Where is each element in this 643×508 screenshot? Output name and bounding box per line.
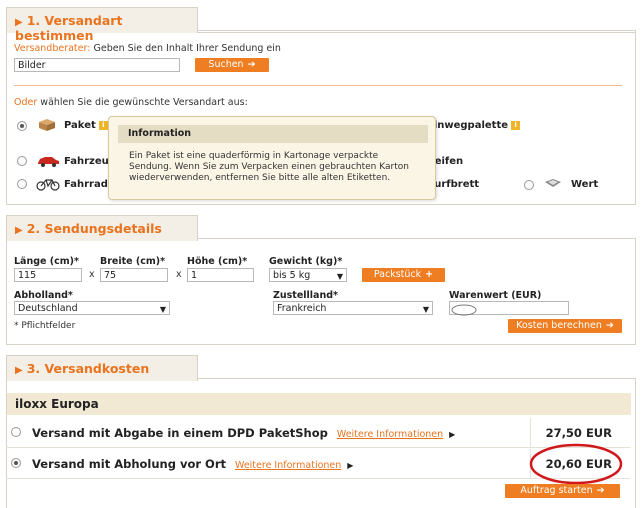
more-info-link[interactable]: Weitere Informationen <box>337 429 443 440</box>
caret-down-icon: ▼ <box>422 305 429 314</box>
or-label: Oder <box>14 97 38 108</box>
section-2-title: 2. Sendungsdetails <box>26 221 162 236</box>
option-wert[interactable]: Wert <box>571 179 598 190</box>
radio-pickup[interactable] <box>11 458 21 468</box>
info-popup: Information Ein Paket ist eine quaderför… <box>108 116 436 200</box>
required-note: * Pflichtfelder <box>14 321 76 331</box>
caret-down-icon: ▼ <box>159 305 166 314</box>
destination-label: Zustellland* <box>273 290 339 301</box>
more-info-link[interactable]: Weitere Informationen <box>235 460 341 471</box>
goods-value-label: Warenwert (EUR) <box>449 290 542 301</box>
origin-select[interactable]: Deutschland ▼ <box>14 301 170 315</box>
search-input[interactable]: Bilder <box>14 58 180 72</box>
arrow-right-icon: ➔ <box>247 59 256 70</box>
advisor-line: Versandberater: Geben Sie den Inhalt Ihr… <box>14 43 281 54</box>
length-label: Länge (cm)* <box>14 256 79 267</box>
advisor-label: Versandberater: <box>14 43 91 54</box>
arrow-right-icon: ▶ <box>15 365 23 376</box>
length-input[interactable]: 115 <box>14 268 82 282</box>
arrow-right-icon: ▶ <box>15 225 23 236</box>
section-1-tab: ▶ 1. Versandart bestimmen <box>6 7 198 43</box>
width-label: Breite (cm)* <box>100 256 166 267</box>
height-input[interactable]: 1 <box>187 268 254 282</box>
advisor-text: Geben Sie den Inhalt Ihrer Sendung ein <box>93 43 281 54</box>
arrow-right-icon: ▶ <box>15 17 23 28</box>
add-package-button-label: Packstück <box>373 269 422 280</box>
origin-select-value: Deutschland <box>18 303 78 314</box>
or-line: Oder wählen Sie die gewünschte Versandar… <box>14 97 248 108</box>
info-popup-title: Information <box>118 125 428 143</box>
start-order-button[interactable]: Auftrag starten ➔ <box>505 484 620 498</box>
option-paket[interactable]: Paket i <box>64 120 108 131</box>
valuables-icon <box>545 179 561 187</box>
or-text: wählen Sie die gewünschte Versandart aus… <box>40 97 248 108</box>
arrow-right-icon: ➔ <box>596 485 605 496</box>
times-sign: x <box>89 269 95 280</box>
option-einwegpalette-label: Einwegpalette <box>427 120 509 131</box>
search-button[interactable]: Suchen ➔ <box>195 58 269 72</box>
height-label: Höhe (cm)* <box>187 256 248 267</box>
info-icon[interactable]: i <box>511 121 521 130</box>
weight-select-value: bis 5 kg <box>273 270 311 281</box>
section-3-title: 3. Versandkosten <box>26 361 150 376</box>
bicycle-icon <box>36 179 60 191</box>
radio-paket[interactable] <box>17 121 27 131</box>
info-icon[interactable]: i <box>98 121 108 130</box>
provider-header: iloxx Europa <box>7 393 631 415</box>
radio-fahrzeug[interactable] <box>17 156 27 166</box>
package-icon <box>39 119 55 131</box>
arrow-right-icon: ➔ <box>605 320 614 331</box>
shipping-option-label: Versand mit Abholung vor Ort Weitere Info… <box>32 457 353 471</box>
provider-name: iloxx Europa <box>15 397 99 411</box>
times-sign: x <box>176 269 182 280</box>
plus-icon: + <box>425 269 434 280</box>
width-input[interactable]: 75 <box>100 268 168 282</box>
calculate-cost-button-label: Kosten berechnen <box>516 320 602 331</box>
destination-select[interactable]: Frankreich ▼ <box>273 301 433 315</box>
weight-label: Gewicht (kg)* <box>269 256 343 267</box>
shipping-option-text: Versand mit Abholung vor Ort <box>32 457 226 471</box>
shipping-option-text: Versand mit Abgabe in einem DPD PaketSho… <box>32 426 328 440</box>
section-3-tab: ▶ 3. Versandkosten <box>6 355 198 381</box>
destination-select-value: Frankreich <box>277 303 327 314</box>
option-einwegpalette[interactable]: Einwegpalette i <box>427 120 521 131</box>
arrow-right-icon: ▶ <box>449 430 456 439</box>
start-order-button-label: Auftrag starten <box>520 485 593 496</box>
search-button-label: Suchen <box>208 59 244 70</box>
shipping-option-label: Versand mit Abgabe in einem DPD PaketSho… <box>32 426 455 440</box>
info-popup-body: Ein Paket ist eine quaderförmig in Karto… <box>129 151 409 183</box>
radio-wert[interactable] <box>524 180 534 190</box>
car-icon <box>38 157 59 167</box>
calculate-cost-button[interactable]: Kosten berechnen ➔ <box>508 319 622 333</box>
option-paket-label: Paket <box>64 120 96 131</box>
section-2-tab: ▶ 2. Sendungsdetails <box>6 215 198 241</box>
radio-fahrrad[interactable] <box>17 179 27 189</box>
origin-label: Abholland* <box>14 290 73 301</box>
highlight-circle <box>529 443 623 485</box>
cursor-icon <box>451 304 477 316</box>
caret-down-icon: ▼ <box>336 272 343 281</box>
option-fahrrad[interactable]: Fahrrad <box>64 179 108 190</box>
arrow-right-icon: ▶ <box>347 461 354 470</box>
weight-select[interactable]: bis 5 kg ▼ <box>269 268 347 282</box>
radio-paketshop[interactable] <box>11 427 21 437</box>
add-package-button[interactable]: Packstück + <box>362 268 445 282</box>
